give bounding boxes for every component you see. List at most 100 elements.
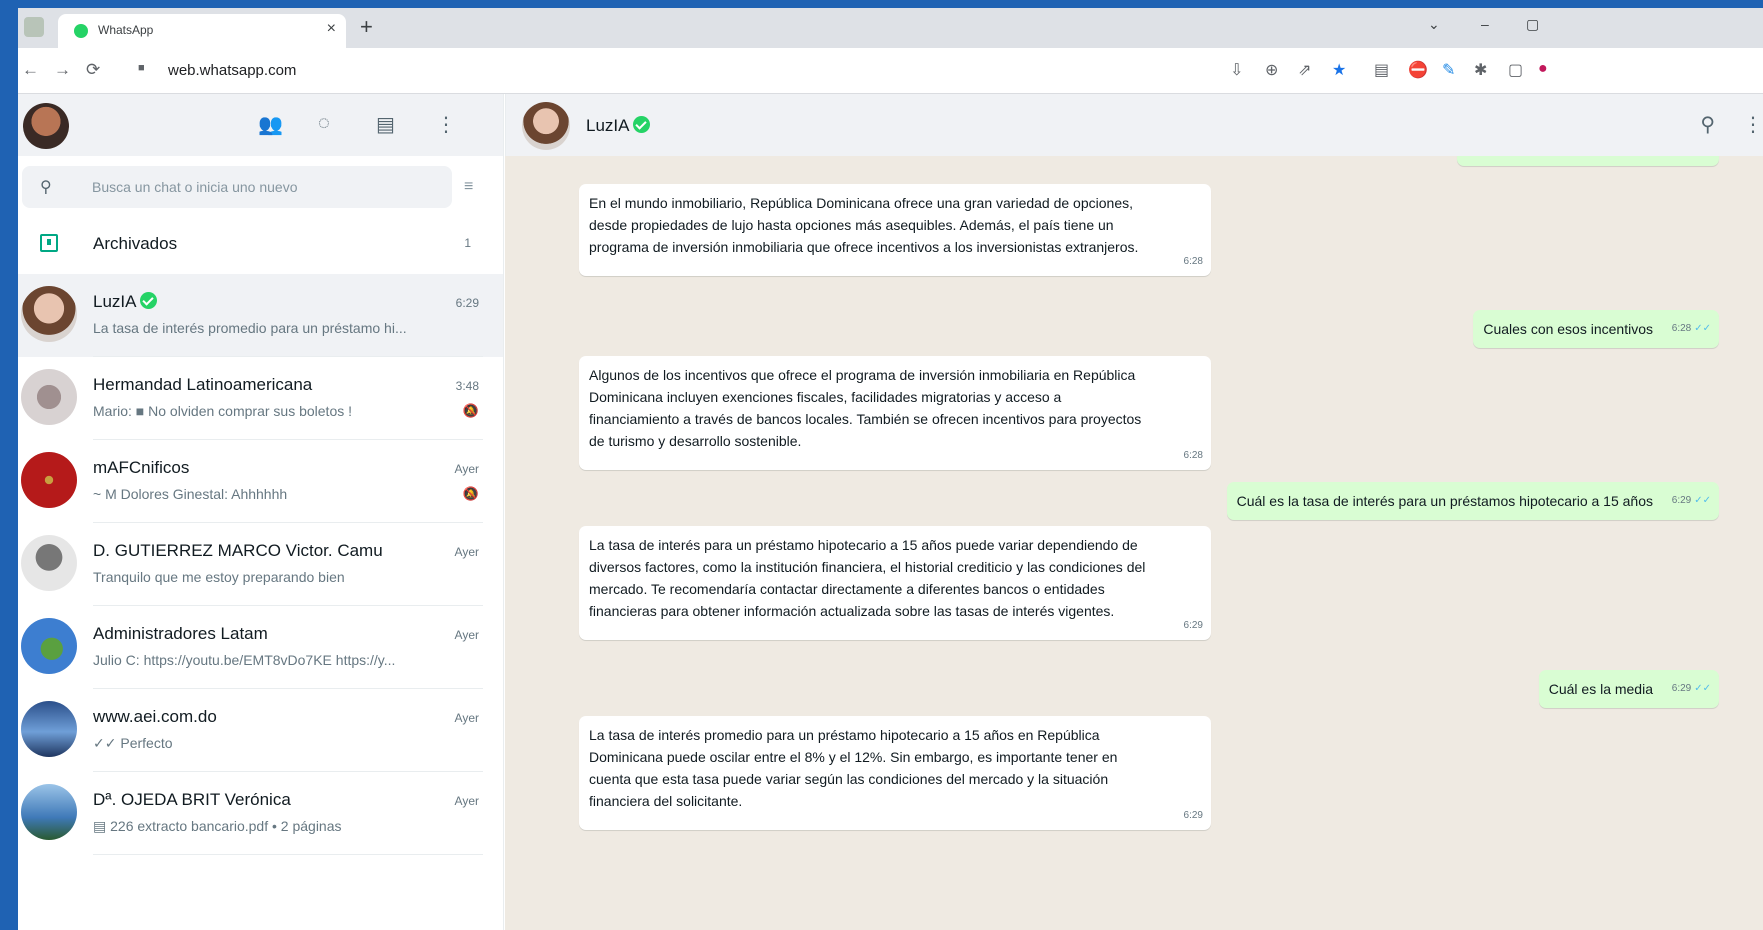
mute-icon: 🔕 bbox=[462, 486, 479, 501]
tab-whatsapp[interactable]: WhatsApp × bbox=[58, 14, 346, 48]
side-panel-icon[interactable]: ▢ bbox=[1508, 60, 1523, 80]
chat-time: Ayer bbox=[454, 794, 479, 808]
extension-reader-icon[interactable]: ▤ bbox=[1374, 60, 1389, 80]
chat-item-hermandad-latinoamericana[interactable]: Hermandad Latinoamericana 3:48 Mario: ■ … bbox=[18, 357, 503, 440]
forward-arrow-icon[interactable]: → bbox=[54, 60, 71, 80]
extension-feather-icon[interactable]: ✎ bbox=[1442, 60, 1455, 80]
tab-list-chevron-icon[interactable]: ⌄ bbox=[1428, 16, 1440, 33]
avatar bbox=[21, 369, 77, 425]
chat-preview: ~ M Dolores Ginestal: Ahhhhhh bbox=[93, 486, 288, 502]
chat-item-ojeda-brit[interactable]: Dª. OJEDA BRIT Verónica Ayer ▤ 226 extra… bbox=[18, 772, 503, 855]
new-chat-icon[interactable]: ▤ bbox=[376, 112, 395, 137]
message-bubble-outgoing[interactable]: Cuales con esos incentivos 6:28 ✓✓ bbox=[1473, 310, 1719, 348]
my-profile-avatar[interactable] bbox=[23, 103, 69, 149]
profile-avatar-icon[interactable]: ● bbox=[1538, 60, 1548, 78]
close-tab-icon[interactable]: × bbox=[327, 20, 336, 38]
chat-time: 3:48 bbox=[455, 379, 479, 393]
maximize-button[interactable]: ▢ bbox=[1526, 16, 1539, 33]
search-row: ⚲ ≡ bbox=[18, 156, 503, 218]
search-input[interactable] bbox=[92, 166, 442, 208]
chat-list: LuzIA 6:29 La tasa de interés promedio p… bbox=[18, 274, 503, 855]
minimize-button[interactable]: – bbox=[1481, 16, 1489, 32]
chat-name: mAFCnificos bbox=[93, 458, 190, 477]
read-check-icon: ✓✓ bbox=[1694, 323, 1711, 334]
avatar[interactable] bbox=[522, 102, 570, 150]
avatar bbox=[21, 535, 77, 591]
chat-preview: Julio C: https://youtu.be/EMT8vDo7KE htt… bbox=[93, 652, 396, 668]
conversation-menu-icon[interactable]: ⋮ bbox=[1743, 112, 1763, 137]
message-text: La tasa de interés promedio para un prés… bbox=[589, 727, 1118, 809]
chat-item-mafcnificos[interactable]: mAFCnificos Ayer ~ M Dolores Ginestal: A… bbox=[18, 440, 503, 523]
chat-item-administradores-latam[interactable]: Administradores Latam Ayer Julio C: http… bbox=[18, 606, 503, 689]
message-bubble-incoming[interactable]: En el mundo inmobiliario, República Domi… bbox=[579, 184, 1211, 276]
message-text: Cuál es la tasa de interés para un prést… bbox=[1236, 493, 1653, 509]
message-text: Cuál es la media bbox=[1548, 681, 1653, 697]
archived-count: 1 bbox=[464, 236, 471, 250]
verified-badge-icon bbox=[140, 292, 158, 309]
avatar bbox=[21, 701, 77, 757]
chat-time: Ayer bbox=[454, 462, 479, 476]
filter-unread-icon[interactable]: ≡ bbox=[464, 178, 473, 196]
zoom-icon[interactable]: ⊕ bbox=[1265, 60, 1278, 80]
new-tab-button[interactable]: + bbox=[360, 14, 373, 40]
message-text: Cuales con esos incentivos bbox=[1483, 321, 1653, 337]
message-bubble-incoming[interactable]: La tasa de interés promedio para un prés… bbox=[579, 716, 1211, 830]
chat-time: Ayer bbox=[454, 628, 479, 642]
conversation-header[interactable]: LuzIA ⚲ ⋮ bbox=[505, 94, 1763, 156]
chat-name: Dª. OJEDA BRIT Verónica bbox=[93, 790, 291, 809]
avatar bbox=[21, 452, 77, 508]
sidebar-header: 👥 ◌ ▤ ⋮ bbox=[18, 94, 503, 156]
chat-time: 6:29 bbox=[455, 296, 479, 310]
chat-preview: La tasa de interés promedio para un prés… bbox=[93, 320, 407, 336]
avatar bbox=[21, 618, 77, 674]
chat-item-luzia[interactable]: LuzIA 6:29 La tasa de interés promedio p… bbox=[18, 274, 503, 357]
message-time: 6:28 bbox=[1183, 450, 1203, 461]
extension-block-icon[interactable]: ⛔ bbox=[1408, 60, 1428, 80]
archived-label: Archivados bbox=[93, 234, 178, 253]
message-bubble-incoming[interactable]: Algunos de los incentivos que ofrece el … bbox=[579, 356, 1211, 470]
install-app-icon[interactable]: ⇩ bbox=[1230, 60, 1243, 80]
message-time: 6:29 bbox=[1671, 683, 1692, 694]
chat-item-gutierrez-marco[interactable]: D. GUTIERREZ MARCO Victor. Camu Ayer Tra… bbox=[18, 523, 503, 606]
search-messages-icon[interactable]: ⚲ bbox=[1700, 112, 1715, 137]
menu-icon[interactable]: ⋮ bbox=[436, 112, 456, 137]
archive-icon bbox=[40, 234, 58, 252]
chat-time: Ayer bbox=[454, 711, 479, 725]
chat-sidebar: 👥 ◌ ▤ ⋮ ⚲ ≡ Archivados 1 bbox=[18, 94, 504, 930]
message-text: La tasa de interés para un préstamo hipo… bbox=[589, 537, 1146, 619]
chat-name: LuzIA bbox=[93, 292, 137, 311]
message-time: 6:29 bbox=[1183, 620, 1203, 631]
lock-icon[interactable]: ■ bbox=[138, 62, 145, 74]
search-box: ⚲ bbox=[22, 166, 452, 208]
archived-row[interactable]: Archivados 1 bbox=[18, 218, 503, 273]
conversation-panel: LuzIA ⚲ ⋮ En el mundo inmobiliario, Repú… bbox=[505, 94, 1763, 930]
extensions-puzzle-icon[interactable]: ✱ bbox=[1474, 60, 1487, 80]
chat-name: D. GUTIERREZ MARCO Victor. Camu bbox=[93, 541, 383, 560]
verified-badge-icon bbox=[633, 116, 651, 133]
browser-toolbar: ← → ⟳ ■ web.whatsapp.com ⇩ ⊕ ⇗ ★ ▤ ⛔ ✎ ✱… bbox=[18, 48, 1763, 94]
communities-icon[interactable]: 👥 bbox=[258, 112, 283, 137]
contact-name: LuzIA bbox=[586, 116, 630, 135]
tab-strip: WhatsApp × + ⌄ – ▢ bbox=[18, 8, 1763, 48]
message-time: 6:29 bbox=[1671, 495, 1692, 506]
chat-item-aei[interactable]: www.aei.com.do Ayer ✓✓ Perfecto bbox=[18, 689, 503, 772]
status-icon[interactable]: ◌ bbox=[318, 112, 330, 135]
chat-name: Administradores Latam bbox=[93, 624, 268, 643]
search-icon[interactable]: ⚲ bbox=[40, 177, 52, 197]
back-arrow-icon[interactable]: ← bbox=[22, 60, 39, 80]
bookmark-star-icon[interactable]: ★ bbox=[1332, 60, 1346, 80]
message-bubble-outgoing[interactable]: Cuál es la tasa de interés para un prést… bbox=[1226, 482, 1719, 520]
whatsapp-favicon-icon bbox=[74, 24, 88, 38]
message-bubble-outgoing[interactable]: Cuál es la media 6:29 ✓✓ bbox=[1538, 670, 1719, 708]
message-text: En el mundo inmobiliario, República Domi… bbox=[589, 195, 1139, 255]
chat-time: Ayer bbox=[454, 545, 479, 559]
read-check-icon: ✓✓ bbox=[1694, 683, 1711, 694]
message-bubble-incoming[interactable]: La tasa de interés para un préstamo hipo… bbox=[579, 526, 1211, 640]
chat-name: Hermandad Latinoamericana bbox=[93, 375, 313, 394]
tab-title: WhatsApp bbox=[98, 23, 154, 37]
reload-icon[interactable]: ⟳ bbox=[86, 60, 100, 80]
browser-window: WhatsApp × + ⌄ – ▢ ← → ⟳ ■ web.whatsapp.… bbox=[18, 8, 1763, 930]
address-bar-url[interactable]: web.whatsapp.com bbox=[168, 62, 296, 79]
share-icon[interactable]: ⇗ bbox=[1298, 60, 1311, 80]
tab-search-button[interactable] bbox=[24, 17, 44, 37]
